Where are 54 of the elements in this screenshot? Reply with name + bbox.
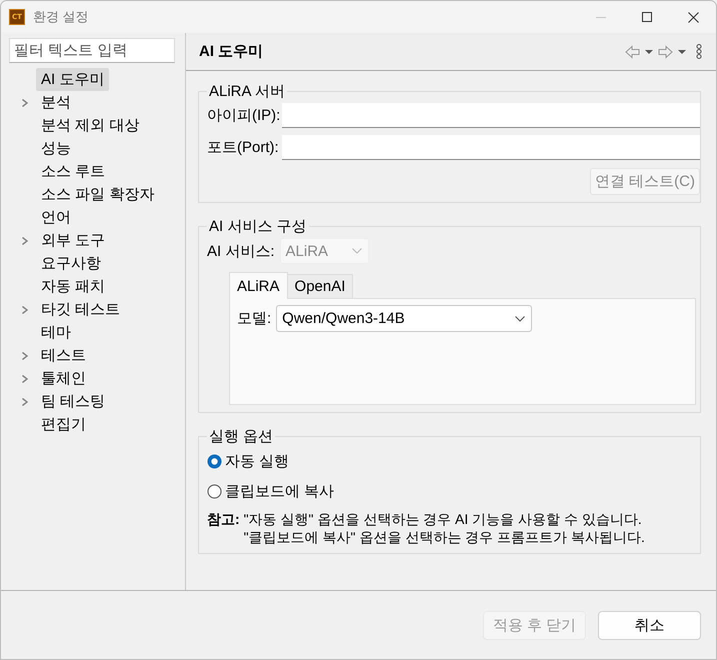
tree-item[interactable]: 성능 (36, 137, 76, 160)
tree-item[interactable]: 외부 도구 (36, 229, 110, 252)
back-arrow-icon[interactable] (625, 44, 640, 58)
tree-item[interactable]: AI 도우미 (36, 68, 110, 91)
group-title: ALiRA 서버 (208, 82, 286, 101)
dropdown-icon[interactable] (678, 50, 686, 54)
tree-item[interactable]: 언어 (36, 206, 76, 229)
field-label: 포트(Port): (207, 138, 280, 157)
tab[interactable]: ALiRA (229, 272, 288, 299)
chevron-icon[interactable] (21, 236, 29, 246)
chevron-icon[interactable] (21, 374, 29, 384)
input-field[interactable] (282, 135, 700, 160)
chevron-down-icon (515, 316, 526, 322)
chevron-icon[interactable] (21, 304, 29, 314)
filter-field[interactable]: 필터 텍스트 입력 (9, 38, 175, 63)
group-title: AI 서비스 구성 (208, 217, 308, 236)
input-field[interactable] (282, 103, 700, 128)
tree-item[interactable]: 분석 (36, 91, 76, 114)
radio-icon[interactable] (207, 484, 222, 498)
tree-item[interactable]: 팀 테스팅 (36, 390, 110, 413)
chevron-down-icon (352, 248, 362, 254)
tree-item[interactable]: 요구사항 (36, 252, 106, 275)
tree-item[interactable]: 툴체인 (36, 367, 91, 390)
tree-item[interactable]: 소스 파일 확장자 (36, 183, 160, 206)
chevron-icon[interactable] (21, 350, 29, 360)
model-dropdown[interactable]: Qwen/Qwen3-14B (276, 305, 532, 332)
field-label: AI 서비스: (207, 242, 275, 260)
maximize-icon (642, 12, 652, 22)
radio-option[interactable]: 클립보드에 복사 (207, 476, 700, 506)
note-text: "클립보드에 복사" 옵션을 선택하는 경우 프롬프트가 복사됩니다. (244, 528, 645, 546)
dialog-button[interactable]: 취소 (598, 611, 701, 640)
forward-arrow-icon[interactable] (658, 44, 673, 58)
menu-icon[interactable] (696, 44, 702, 59)
group-title: 실행 옵션 (208, 427, 274, 446)
tree-item[interactable]: 테스트 (36, 344, 91, 367)
tree-item[interactable]: 테마 (36, 321, 76, 344)
tab[interactable]: OpenAI (288, 274, 354, 298)
note-label: 참고: (207, 510, 240, 528)
close-icon (688, 12, 698, 22)
tree-item[interactable]: 소스 루트 (36, 160, 110, 183)
dropdown-icon[interactable] (645, 50, 653, 54)
tree-item[interactable]: 분석 제외 대상 (36, 114, 144, 137)
tree-item[interactable]: 타깃 테스트 (36, 298, 126, 321)
chevron-icon[interactable] (21, 396, 29, 406)
page-title: AI 도우미 (199, 42, 264, 61)
field-label: 아이피(IP): (207, 106, 280, 125)
radio-icon[interactable] (207, 454, 222, 468)
radio-option[interactable]: 자동 실행 (207, 446, 700, 476)
field-label: 모델: (237, 309, 272, 328)
window-title: 환경 설정 (33, 8, 89, 26)
tree-item[interactable]: 편집기 (36, 413, 91, 436)
note-text: "자동 실행" 옵션을 선택하는 경우 AI 기능을 사용할 수 있습니다. (244, 510, 643, 528)
tree-item[interactable]: 자동 패치 (36, 275, 110, 298)
chevron-icon[interactable] (21, 98, 29, 108)
